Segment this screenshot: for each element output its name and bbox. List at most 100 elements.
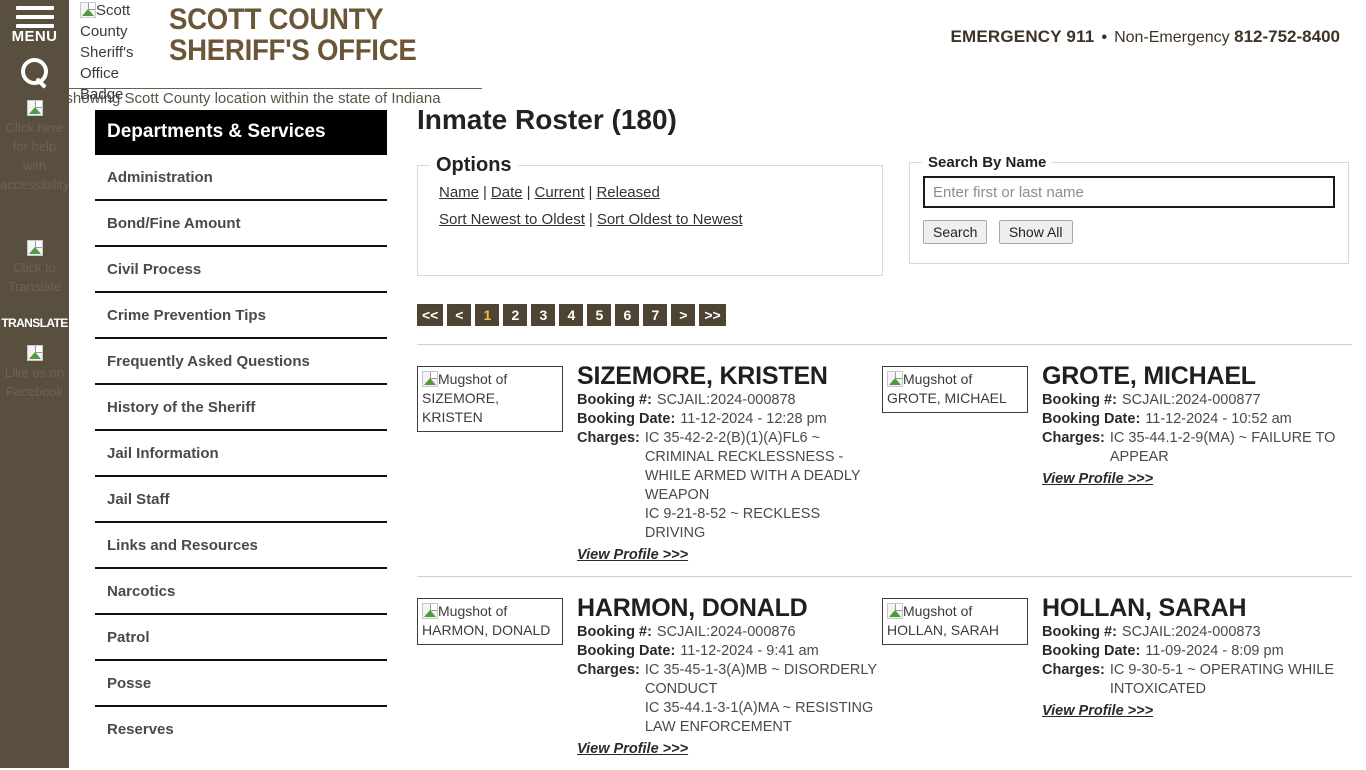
view-profile-link[interactable]: View Profile >>> <box>1042 471 1153 487</box>
inmate-card: Mugshot of SIZEMORE, KRISTEN SIZEMORE, KR… <box>417 362 882 564</box>
hamburger-icon <box>15 6 54 28</box>
search-input[interactable] <box>923 176 1335 208</box>
view-profile-link[interactable]: View Profile >>> <box>577 741 688 757</box>
options-link-current[interactable]: Current <box>535 184 585 201</box>
booking-number-label: Booking #: <box>577 392 652 408</box>
sidebar-header: Departments & Services <box>95 110 387 155</box>
options-link-date[interactable]: Date <box>491 184 523 201</box>
view-profile-link[interactable]: View Profile >>> <box>577 547 688 563</box>
pagination-page-4[interactable]: 4 <box>559 304 584 326</box>
site-header: Scott County Sheriff's Office Badge SCOT… <box>69 0 1366 103</box>
booking-date-label: Booking Date: <box>1042 643 1141 659</box>
options-link-name[interactable]: Name <box>439 184 479 201</box>
contact-info: EMERGENCY 911 • Non-Emergency 812-752-8400 <box>950 26 1340 49</box>
sidebar-item-posse[interactable]: Posse <box>95 661 387 707</box>
pagination-page-6[interactable]: 6 <box>615 304 640 326</box>
sidebar-item-label: Posse <box>107 675 152 692</box>
menu-button[interactable]: MENU <box>0 6 69 45</box>
facebook-link[interactable]: Like us on Facebook <box>0 345 69 401</box>
options-separator: | <box>588 211 593 228</box>
sidebar-item-frequently-asked-questions[interactable]: Frequently Asked Questions <box>95 339 387 385</box>
sidebar-item-history-of-the-sheriff[interactable]: History of the Sheriff <box>95 385 387 431</box>
sidebar-item-label: Civil Process <box>107 261 202 278</box>
mugshot-image[interactable]: Mugshot of SIZEMORE, KRISTEN <box>417 366 563 432</box>
booking-date-value: 11-12-2024 - 10:52 am <box>1145 411 1292 427</box>
sidebar-item-bond-fine-amount[interactable]: Bond/Fine Amount <box>95 201 387 247</box>
pagination-previous[interactable]: < <box>447 304 472 326</box>
inmate-roster-list: Mugshot of SIZEMORE, KRISTEN SIZEMORE, KR… <box>417 344 1352 770</box>
mugshot-image[interactable]: Mugshot of GROTE, MICHAEL <box>882 366 1028 413</box>
mugshot-image[interactable]: Mugshot of HARMON, DONALD <box>417 598 563 645</box>
broken-image-icon <box>26 100 43 116</box>
mugshot-image[interactable]: Mugshot of HOLLAN, SARAH <box>882 598 1028 645</box>
booking-date-field: Booking Date: 11-09-2024 - 8:09 pm <box>1042 642 1347 661</box>
contact-separator: • <box>1101 29 1108 46</box>
charges-label: Charges: <box>1042 662 1105 678</box>
sidebar-item-patrol[interactable]: Patrol <box>95 615 387 661</box>
mugshot-alt-text: Mugshot of HARMON, DONALD <box>422 603 551 638</box>
sidebar-item-civil-process[interactable]: Civil Process <box>95 247 387 293</box>
options-link-released[interactable]: Released <box>596 184 659 201</box>
charges-field: Charges: IC 35-42-2-2(B)(1)(A)FL6 ~ CRIMI… <box>577 429 882 543</box>
inmate-details: GROTE, MICHAEL Booking #: SCJAIL:2024-0008… <box>1042 362 1347 488</box>
sidebar-item-administration[interactable]: Administration <box>95 155 387 201</box>
departments-sidebar: Departments & Services Administration Bon… <box>95 110 387 751</box>
sidebar-item-reserves[interactable]: Reserves <box>95 707 387 751</box>
pagination-page-3[interactable]: 3 <box>531 304 556 326</box>
charges-field: Charges: IC 35-45-1-3(A)MB ~ DISORDERLY C… <box>577 661 882 737</box>
search-toggle-button[interactable] <box>0 58 69 90</box>
sidebar-item-label: Jail Staff <box>107 491 170 508</box>
roster-row: Mugshot of SIZEMORE, KRISTEN SIZEMORE, KR… <box>417 344 1352 576</box>
options-sort-sort-newest-to-oldest[interactable]: Sort Newest to Oldest <box>439 211 585 228</box>
sidebar-item-label: Administration <box>107 169 213 186</box>
booking-number-label: Booking #: <box>577 624 652 640</box>
accessibility-link[interactable]: Click here for help with accessibility <box>0 100 69 194</box>
search-button[interactable]: Search <box>923 220 988 244</box>
non-emergency-phone[interactable]: 812-752-8400 <box>1234 27 1340 46</box>
pagination-last[interactable]: >> <box>699 304 726 326</box>
pagination-next[interactable]: > <box>671 304 696 326</box>
site-title-line1: SCOTT COUNTY <box>169 3 384 36</box>
translate-link[interactable]: Click to Translate <box>0 240 69 296</box>
mugshot-alt-text: Mugshot of HOLLAN, SARAH <box>887 603 1000 638</box>
site-title[interactable]: SCOTT COUNTY SHERIFF'S OFFICE <box>169 3 417 66</box>
pagination-page-5[interactable]: 5 <box>587 304 612 326</box>
inmate-name: SIZEMORE, KRISTEN <box>577 362 828 390</box>
booking-number-value: SCJAIL:2024-000877 <box>1121 392 1261 408</box>
inmate-name: HARMON, DONALD <box>577 594 808 622</box>
sidebar-item-label: Frequently Asked Questions <box>107 353 310 370</box>
sidebar-item-label: Bond/Fine Amount <box>107 215 241 232</box>
charges-value: IC 35-45-1-3(A)MB ~ DISORDERLY CONDUCT IC… <box>645 661 882 737</box>
pagination-page-2[interactable]: 2 <box>503 304 528 326</box>
menu-button-label: MENU <box>11 28 58 45</box>
booking-date-field: Booking Date: 11-12-2024 - 9:41 am <box>577 642 882 661</box>
pagination: << <1 2 3 4 5 6 7 > >> <box>417 304 1352 326</box>
inmate-name: GROTE, MICHAEL <box>1042 362 1256 390</box>
options-sort-sort-oldest-to-newest[interactable]: Sort Oldest to Newest <box>597 211 743 228</box>
sidebar-item-links-and-resources[interactable]: Links and Resources <box>95 523 387 569</box>
charge-item: IC 35-45-1-3(A)MB ~ DISORDERLY CONDUCT <box>644 662 877 697</box>
booking-date-field: Booking Date: 11-12-2024 - 12:28 pm <box>577 410 882 429</box>
pagination-page-1[interactable]: 1 <box>475 304 500 326</box>
booking-number-value: SCJAIL:2024-000873 <box>1121 624 1261 640</box>
broken-image-icon <box>422 371 438 387</box>
sidebar-item-crime-prevention-tips[interactable]: Crime Prevention Tips <box>95 293 387 339</box>
filter-panels: Options Name | Date | Current | Released Sort … <box>417 154 1352 276</box>
sidebar-item-narcotics[interactable]: Narcotics <box>95 569 387 615</box>
booking-date-value: 11-09-2024 - 8:09 pm <box>1145 643 1284 659</box>
options-separator: | <box>588 184 593 201</box>
show-all-button[interactable]: Show All <box>998 220 1073 244</box>
sidebar-item-label: Jail Information <box>107 445 219 462</box>
options-panel: Options Name | Date | Current | Released Sort … <box>417 154 883 276</box>
options-separator: | <box>526 184 531 201</box>
broken-image-icon <box>26 345 43 361</box>
broken-image-icon <box>887 603 903 619</box>
pagination-page-7[interactable]: 7 <box>643 304 668 326</box>
booking-date-label: Booking Date: <box>577 643 676 659</box>
sidebar-item-jail-staff[interactable]: Jail Staff <box>95 477 387 523</box>
pagination-first[interactable]: << <box>417 304 444 326</box>
broken-image-icon <box>887 371 903 387</box>
sidebar-item-jail-information[interactable]: Jail Information <box>95 431 387 477</box>
inmate-name: HOLLAN, SARAH <box>1042 594 1247 622</box>
view-profile-link[interactable]: View Profile >>> <box>1042 703 1153 719</box>
